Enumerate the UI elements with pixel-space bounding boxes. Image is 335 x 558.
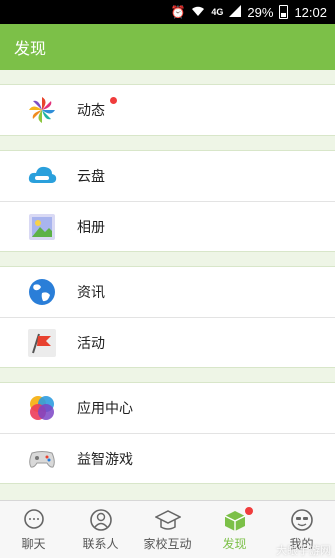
alarm-icon: ⏰ [170,5,186,19]
graduation-cap-icon [154,507,181,533]
tab-label: 联系人 [82,537,119,551]
list-item-puzzle-games[interactable]: 益智游戏 [0,433,335,483]
section-apps: 应用中心 益智游戏 [0,382,335,484]
list-item-activities[interactable]: 活动 [0,317,335,367]
notification-badge [110,97,117,104]
clock-time: 12:02 [294,4,327,20]
photo-album-icon [27,212,57,242]
list-item-cloud-drive[interactable]: 云盘 [0,151,335,201]
app-header: 发现 [0,24,335,70]
profile-icon [289,507,315,533]
tab-discover[interactable]: 发现 [201,501,268,558]
section-news: 资讯 活动 [0,266,335,368]
section-divider [0,136,335,150]
section-moments: 动态 [0,84,335,136]
list-item-photo-album[interactable]: 相册 [0,201,335,251]
discover-icon [222,507,248,533]
tab-home-school[interactable]: 家校互动 [134,501,201,558]
pinwheel-icon [27,95,57,125]
tab-label: 家校互动 [143,537,192,551]
network-type-label: 4G [211,6,224,17]
list-item-label: 应用中心 [77,401,133,417]
list-item-label: 益智游戏 [77,451,133,468]
battery-percent: 29% [247,4,274,20]
section-divider [0,252,335,266]
discover-list: 动态 云盘 相册 资讯 活动 应用中心 益智游戏 [0,70,335,500]
list-item-label: 相册 [77,219,105,236]
tab-label: 聊天 [21,537,46,551]
tab-chat[interactable]: 聊天 [0,501,67,558]
gamepad-icon [27,444,57,474]
notification-badge [245,507,253,515]
list-item-moments[interactable]: 动态 [0,85,335,135]
tab-contacts[interactable]: 联系人 [67,501,134,558]
section-divider [0,368,335,382]
app-center-icon [27,393,57,423]
status-bar: ⏰ 4G 29% 12:02 [0,0,335,24]
bottom-tab-bar: 聊天 联系人 家校互动 发现 我的 大眼手游网 [0,500,335,558]
cloud-drive-icon [27,161,57,191]
wifi-icon [191,6,205,19]
signal-icon [229,5,242,19]
chat-icon [21,507,47,533]
contacts-icon [88,507,114,533]
list-item-label: 动态 [77,103,105,119]
list-item-label: 云盘 [77,169,105,185]
globe-icon [27,277,57,307]
page-title: 发现 [14,39,47,58]
list-item-label: 活动 [77,335,105,352]
battery-icon [279,5,289,19]
flag-icon [27,328,57,358]
list-item-news[interactable]: 资讯 [0,267,335,317]
section-storage: 云盘 相册 [0,150,335,252]
watermark: 大眼手游网 [276,544,331,557]
list-item-app-center[interactable]: 应用中心 [0,383,335,433]
tab-label: 发现 [222,537,247,551]
list-item-label: 资讯 [77,285,105,301]
section-divider [0,70,335,84]
